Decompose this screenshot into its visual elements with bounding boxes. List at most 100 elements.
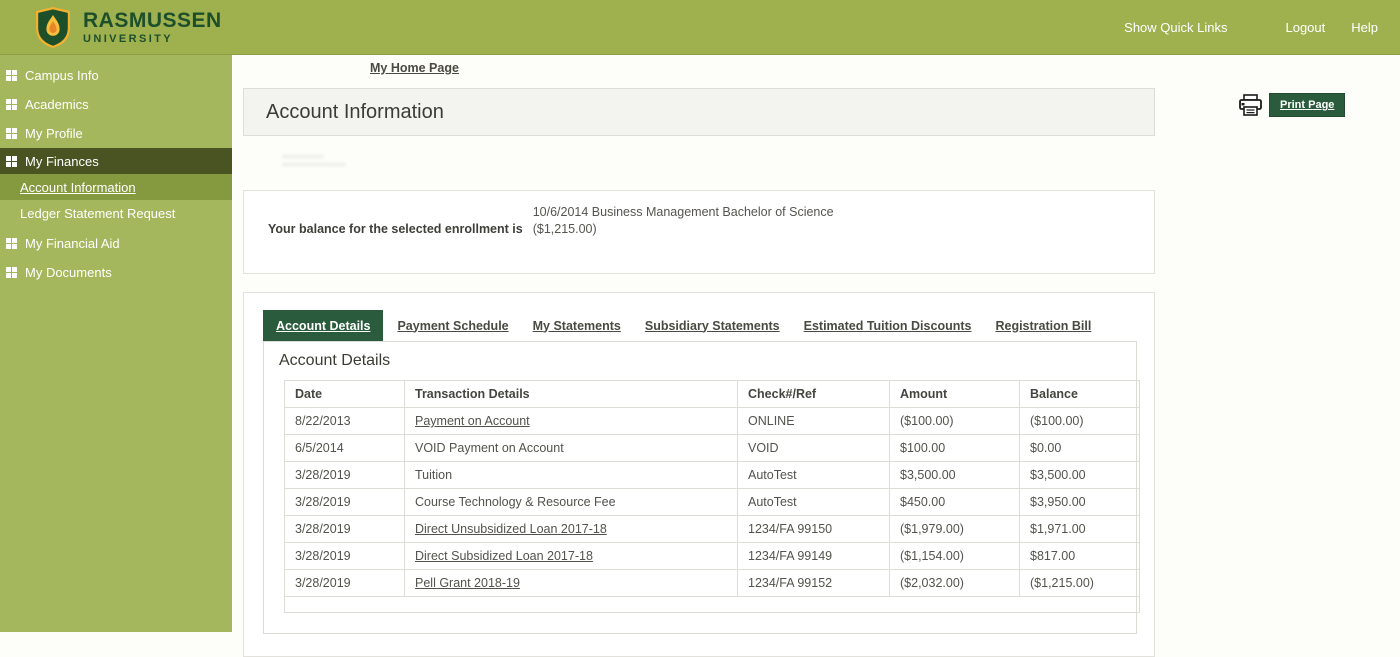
- table-row: 3/28/2019 Direct Unsubsidized Loan 2017-…: [285, 516, 1140, 543]
- sidebar-item-my-financial-aid[interactable]: My Financial Aid: [0, 229, 232, 258]
- balance-label: Your balance for the selected enrollment…: [268, 221, 523, 260]
- help-link[interactable]: Help: [1351, 20, 1378, 35]
- table-row: 3/28/2019 Course Technology & Resource F…: [285, 489, 1140, 516]
- grid-icon: [6, 128, 17, 139]
- transaction-link[interactable]: Payment on Account: [415, 414, 530, 428]
- sidebar-subitem-label: Ledger Statement Request: [20, 206, 175, 221]
- cell-balance: $817.00: [1020, 543, 1140, 570]
- cell-amount: $450.00: [890, 489, 1020, 516]
- grid-icon: [6, 238, 17, 249]
- cell-balance: ($100.00): [1020, 408, 1140, 435]
- tab-registration-bill[interactable]: Registration Bill: [995, 310, 1091, 341]
- table-row: 3/28/2019 Tuition AutoTest $3,500.00 $3,…: [285, 462, 1140, 489]
- sidebar-item-label: Academics: [25, 97, 89, 112]
- grid-icon: [6, 267, 17, 278]
- top-header-bar: RASMUSSEN UNIVERSITY Show Quick Links Lo…: [0, 0, 1400, 55]
- sidebar-nav: Campus Info Academics My Profile My Fina…: [0, 55, 232, 632]
- redacted-area: [282, 155, 372, 175]
- university-logo: RASMUSSEN UNIVERSITY: [33, 6, 222, 49]
- tab-account-details[interactable]: Account Details: [263, 310, 383, 341]
- tab-estimated-tuition-discounts[interactable]: Estimated Tuition Discounts: [804, 310, 972, 341]
- page-title-bar: Account Information: [243, 88, 1155, 136]
- shield-flame-icon: [33, 6, 73, 49]
- my-home-page-link[interactable]: My Home Page: [370, 61, 459, 75]
- sidebar-item-academics[interactable]: Academics: [0, 90, 232, 119]
- transaction-link[interactable]: Direct Subsidized Loan 2017-18: [415, 549, 593, 563]
- sidebar-item-label: Campus Info: [25, 68, 99, 83]
- account-details-table: Date Transaction Details Check#/Ref Amou…: [284, 380, 1140, 613]
- table-row: 3/28/2019 Pell Grant 2018-19 1234/FA 991…: [285, 570, 1140, 597]
- cell-balance: ($1,215.00): [1020, 570, 1140, 597]
- cell-balance: $3,500.00: [1020, 462, 1140, 489]
- tab-subsidiary-statements[interactable]: Subsidiary Statements: [645, 310, 780, 341]
- sidebar-item-label: My Financial Aid: [25, 236, 120, 251]
- portal-app: RASMUSSEN UNIVERSITY Show Quick Links Lo…: [0, 0, 1400, 632]
- sidebar-item-my-profile[interactable]: My Profile: [0, 119, 232, 148]
- cell-check-ref: 1234/FA 99152: [738, 570, 890, 597]
- section-title: Account Details: [279, 352, 1124, 370]
- cell-check-ref: VOID: [738, 435, 890, 462]
- cell-date: 3/28/2019: [285, 462, 405, 489]
- sidebar-item-label: My Documents: [25, 265, 112, 280]
- printer-icon[interactable]: [1238, 93, 1263, 117]
- sidebar-subitem-ledger-statement-request[interactable]: Ledger Statement Request: [0, 200, 232, 226]
- column-header-amount: Amount: [890, 381, 1020, 408]
- tab-bar: Account Details Payment Schedule My Stat…: [263, 310, 1136, 341]
- grid-icon: [6, 156, 17, 167]
- cell-transaction-details: Direct Subsidized Loan 2017-18: [405, 543, 738, 570]
- print-page-button[interactable]: Print Page: [1269, 93, 1345, 117]
- balance-values: 10/6/2014 Business Management Bachelor o…: [533, 204, 834, 260]
- cell-amount: $100.00: [890, 435, 1020, 462]
- account-details-box: Account Details Date Transaction Details…: [263, 341, 1137, 634]
- cell-transaction-details: Pell Grant 2018-19: [405, 570, 738, 597]
- empty-footer-cell: [285, 597, 1140, 613]
- cell-check-ref: 1234/FA 99150: [738, 516, 890, 543]
- cell-amount: ($2,032.00): [890, 570, 1020, 597]
- sidebar-item-campus-info[interactable]: Campus Info: [0, 61, 232, 90]
- print-controls: Print Page: [1238, 93, 1345, 117]
- cell-transaction-details: Direct Unsubsidized Loan 2017-18: [405, 516, 738, 543]
- column-header-transaction-details: Transaction Details: [405, 381, 738, 408]
- cell-transaction-details: VOID Payment on Account: [405, 435, 738, 462]
- cell-check-ref: AutoTest: [738, 462, 890, 489]
- column-header-check-ref: Check#/Ref: [738, 381, 890, 408]
- sidebar-item-my-documents[interactable]: My Documents: [0, 258, 232, 287]
- sidebar-item-my-finances[interactable]: My Finances: [0, 148, 232, 174]
- body-row: Campus Info Academics My Profile My Fina…: [0, 55, 1400, 632]
- logo-line2: UNIVERSITY: [83, 34, 222, 45]
- balance-amount: ($1,215.00): [533, 221, 834, 238]
- logout-link[interactable]: Logout: [1285, 20, 1325, 35]
- cell-transaction-details: Tuition: [405, 462, 738, 489]
- cell-amount: $3,500.00: [890, 462, 1020, 489]
- logo-wordmark: RASMUSSEN UNIVERSITY: [83, 10, 222, 45]
- table-row: 3/28/2019 Direct Subsidized Loan 2017-18…: [285, 543, 1140, 570]
- cell-date: 3/28/2019: [285, 489, 405, 516]
- enrollment-description: 10/6/2014 Business Management Bachelor o…: [533, 204, 834, 221]
- table-footer-row: [285, 597, 1140, 613]
- sidebar-subitem-account-information[interactable]: Account Information: [0, 174, 232, 200]
- grid-icon: [6, 70, 17, 81]
- transaction-link[interactable]: Direct Unsubsidized Loan 2017-18: [415, 522, 607, 536]
- cell-transaction-details: Payment on Account: [405, 408, 738, 435]
- cell-balance: $3,950.00: [1020, 489, 1140, 516]
- cell-amount: ($1,154.00): [890, 543, 1020, 570]
- column-header-balance: Balance: [1020, 381, 1140, 408]
- sidebar-subitem-label: Account Information: [20, 180, 136, 195]
- show-quick-links-button[interactable]: Show Quick Links: [1124, 20, 1227, 35]
- cell-check-ref: AutoTest: [738, 489, 890, 516]
- cell-transaction-details: Course Technology & Resource Fee: [405, 489, 738, 516]
- cell-date: 8/22/2013: [285, 408, 405, 435]
- cell-check-ref: ONLINE: [738, 408, 890, 435]
- cell-balance: $0.00: [1020, 435, 1140, 462]
- cell-amount: ($100.00): [890, 408, 1020, 435]
- account-tabs-panel: Account Details Payment Schedule My Stat…: [243, 292, 1155, 657]
- column-header-date: Date: [285, 381, 405, 408]
- cell-amount: ($1,979.00): [890, 516, 1020, 543]
- main-content: My Home Page Account Information Print P…: [232, 55, 1400, 632]
- tab-payment-schedule[interactable]: Payment Schedule: [397, 310, 508, 341]
- tab-my-statements[interactable]: My Statements: [533, 310, 621, 341]
- sidebar-item-label: My Finances: [25, 154, 99, 169]
- transaction-link[interactable]: Pell Grant 2018-19: [415, 576, 520, 590]
- table-header-row: Date Transaction Details Check#/Ref Amou…: [285, 381, 1140, 408]
- cell-balance: $1,971.00: [1020, 516, 1140, 543]
